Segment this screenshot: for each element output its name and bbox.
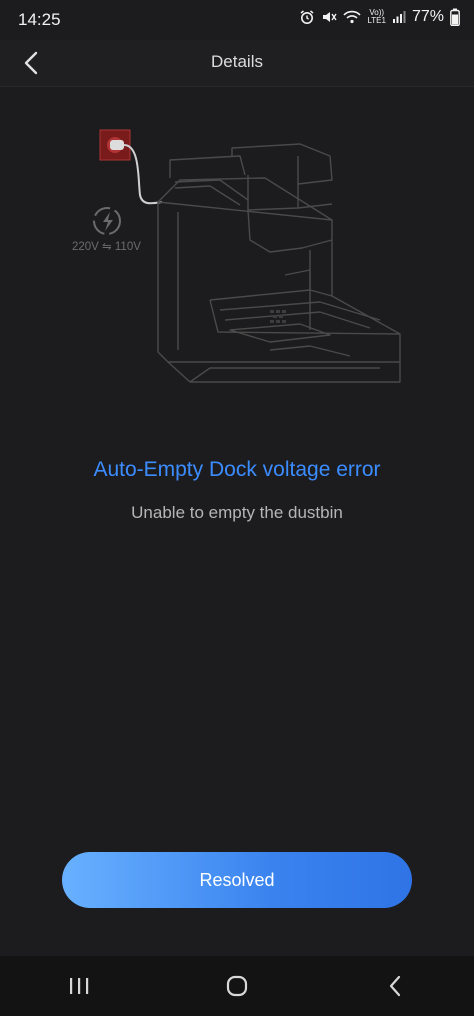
auto-empty-dock-illustration — [93, 129, 401, 383]
header: Details — [0, 40, 474, 87]
system-back-button[interactable] — [365, 961, 425, 1011]
recent-apps-icon — [70, 978, 89, 994]
network-type: Vo)) LTE1 — [367, 9, 386, 25]
signal-icon — [392, 10, 406, 24]
error-subtitle: Unable to empty the dustbin — [131, 503, 343, 522]
status-icons: Vo)) LTE1 77% — [299, 8, 460, 26]
resolved-button[interactable]: Resolved — [62, 852, 412, 908]
battery-icon — [450, 8, 460, 26]
mute-icon — [321, 9, 338, 25]
status-time: 14:25 — [18, 10, 61, 29]
home-button[interactable] — [207, 961, 267, 1011]
recent-apps-button[interactable] — [49, 961, 109, 1011]
page-title: Details — [211, 52, 263, 71]
power-socket-icon — [99, 129, 163, 205]
home-icon — [226, 975, 248, 997]
voltage-warning-icon — [93, 207, 121, 235]
battery-percent: 77% — [411, 8, 444, 25]
back-icon — [389, 975, 401, 997]
network-lte-label: LTE1 — [367, 16, 386, 25]
voltage-label: 220V ⇋ 110V — [72, 241, 141, 253]
error-title: Auto-Empty Dock voltage error — [93, 458, 381, 481]
alarm-icon — [299, 9, 315, 25]
wifi-icon — [343, 10, 362, 24]
status-bar: 14:25 Vo)) LTE1 77% — [0, 0, 474, 40]
system-nav-bar — [0, 956, 474, 1016]
